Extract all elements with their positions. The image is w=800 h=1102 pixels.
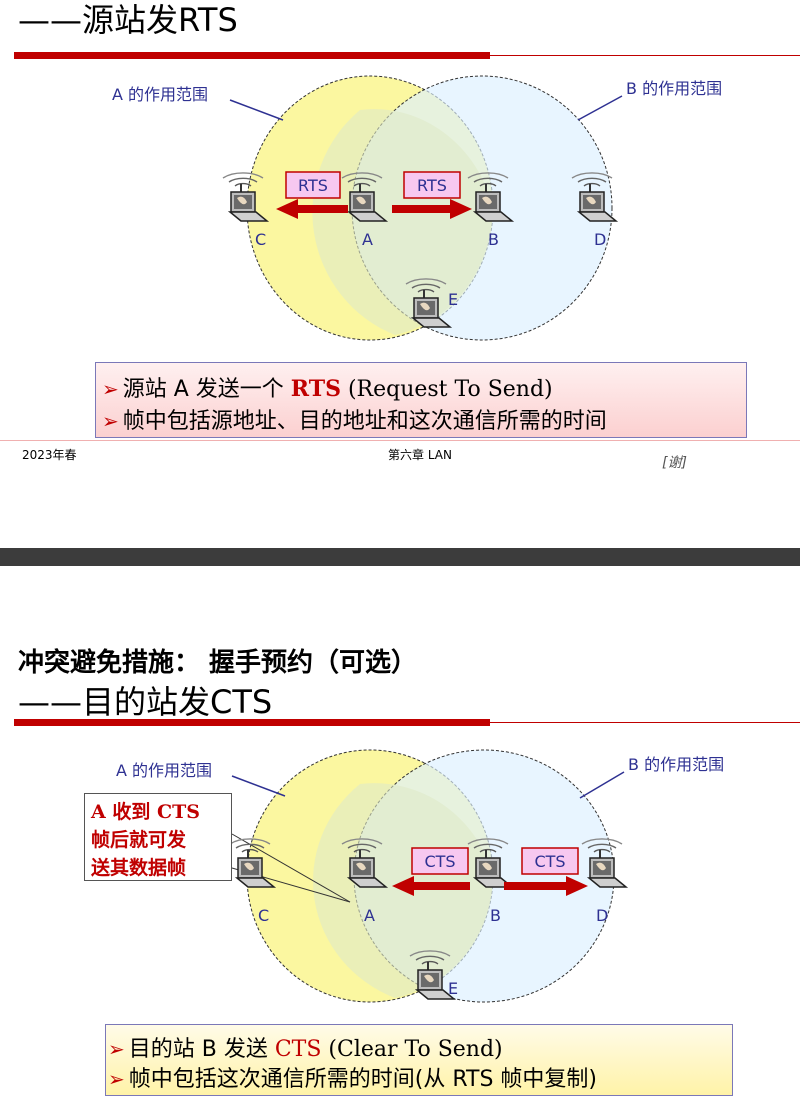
cts-label-right: CTS: [534, 852, 565, 871]
range-a-pointer: [231, 775, 286, 797]
node-d-label: D: [596, 906, 608, 925]
footer-chapter: 第六章 LAN: [388, 448, 452, 462]
node-a-label: A: [364, 906, 375, 925]
range-a-label: A 的作用范围: [112, 85, 208, 104]
rts-label-left: RTS: [298, 176, 328, 195]
bullet-arrow-icon: ➢: [108, 1037, 125, 1061]
bullet-arrow-icon: ➢: [108, 1067, 125, 1091]
footer-author: [谢]: [662, 455, 687, 471]
cts-label-left: CTS: [424, 852, 455, 871]
range-a-pointer: [229, 99, 284, 121]
node-c-label: C: [255, 230, 266, 249]
rts-label-right: RTS: [417, 176, 447, 195]
range-b-pointer: [577, 95, 623, 121]
node-d-label: D: [594, 230, 606, 249]
bullet-item: ➢ 源站 A 发送一个 RTS (Request To Send): [102, 376, 553, 402]
node-b-label: B: [488, 230, 499, 249]
slide-separator: [0, 548, 800, 566]
range-b-label: B 的作用范围: [626, 79, 722, 98]
range-b-label: B 的作用范围: [628, 755, 724, 774]
node-e-label: E: [448, 290, 458, 309]
bullet-arrow-icon: ➢: [102, 409, 119, 433]
node-a-label: A: [362, 230, 373, 249]
range-b-pointer: [579, 771, 625, 799]
slide-rts: ——源站发RTS A 的作用范围 B 的作用范围 C A B D E RTS R…: [0, 0, 800, 548]
node-b-label: B: [490, 906, 501, 925]
bullet-item: ➢ 帧中包括源地址、目的地址和这次通信所需的时间: [102, 409, 607, 434]
bullet-arrow-icon: ➢: [102, 377, 119, 401]
bullet-item: ➢ 目的站 B 发送 CTS (Clear To Send): [108, 1037, 503, 1062]
cts-bullet-box: ➢ 目的站 B 发送 CTS (Clear To Send) ➢ 帧中包括这次通信所…: [105, 1024, 733, 1096]
slide-cts: 冲突避免措施： 握手预约（可选） ——目的站发CTS A 的作用范围 B 的作用…: [0, 566, 800, 1102]
rts-bullet-box: ➢ 源站 A 发送一个 RTS (Request To Send) ➢ 帧中包括源地…: [95, 362, 747, 438]
node-e-label: E: [448, 979, 458, 998]
range-a-label: A 的作用范围: [116, 761, 212, 780]
footer-divider: [0, 440, 800, 441]
callout-note: A 收到 CTS 帧后就可发 送其数据帧: [84, 793, 232, 881]
node-c-label: C: [258, 906, 269, 925]
footer-date: 2023年春: [22, 448, 77, 462]
bullet-item: ➢ 帧中包括这次通信所需的时间(从 RTS 帧中复制): [108, 1067, 598, 1092]
